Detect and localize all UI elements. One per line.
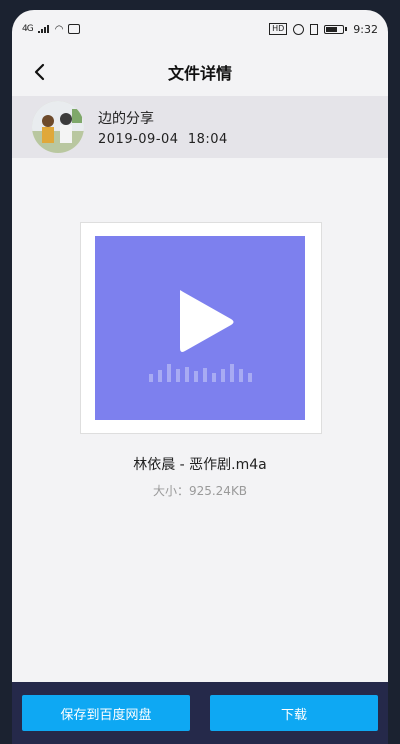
vibrate-icon — [310, 23, 319, 35]
soundwave-icon — [149, 364, 252, 382]
audio-preview[interactable] — [95, 236, 305, 420]
battery-icon — [324, 24, 348, 34]
signal-icon — [37, 25, 50, 33]
status-bar: 4G ◠ HD 9:32 — [12, 10, 388, 48]
avatar-image — [32, 101, 84, 153]
file-preview-frame — [80, 222, 322, 434]
avatar[interactable] — [32, 101, 84, 153]
alarm-icon — [293, 23, 305, 35]
message-icon — [68, 24, 81, 34]
share-time: 18:04 — [187, 131, 228, 147]
status-left: 4G ◠ — [22, 23, 81, 35]
bottom-action-bar: 保存到百度网盘 下载 — [12, 682, 388, 744]
hd-badge: HD — [269, 23, 288, 35]
download-button[interactable]: 下载 — [210, 695, 378, 731]
device-frame: 4G ◠ HD 9:32 文件详情 边的分享 2019-09-04 18:04 … — [0, 0, 400, 744]
page-title: 文件详情 — [167, 64, 232, 83]
wifi-icon: ◠ — [54, 23, 64, 35]
share-timestamp: 2019-09-04 18:04 — [98, 132, 228, 147]
audio-preview-art — [149, 290, 252, 382]
top-nav-bar: 文件详情 — [12, 48, 388, 96]
back-button[interactable] — [24, 48, 56, 96]
phone-screen: 4G ◠ HD 9:32 文件详情 边的分享 2019-09-04 18:04 … — [12, 10, 388, 744]
chevron-left-icon — [34, 63, 45, 81]
status-time: 9:32 — [353, 22, 378, 36]
play-icon — [180, 290, 234, 352]
sharer-text: 边的分享 2019-09-04 18:04 — [98, 108, 228, 147]
share-date: 2019-09-04 — [98, 131, 179, 147]
file-size: 大小：925.24KB — [152, 484, 248, 498]
sharer-info: 边的分享 2019-09-04 18:04 — [12, 96, 388, 158]
network-type: 4G — [22, 24, 34, 34]
sharer-name: 边的分享 — [98, 110, 154, 127]
save-to-baidu-button[interactable]: 保存到百度网盘 — [22, 695, 190, 731]
file-name: 林依晨 - 恶作剧.m4a — [133, 457, 267, 473]
status-right: HD 9:32 — [269, 23, 378, 36]
